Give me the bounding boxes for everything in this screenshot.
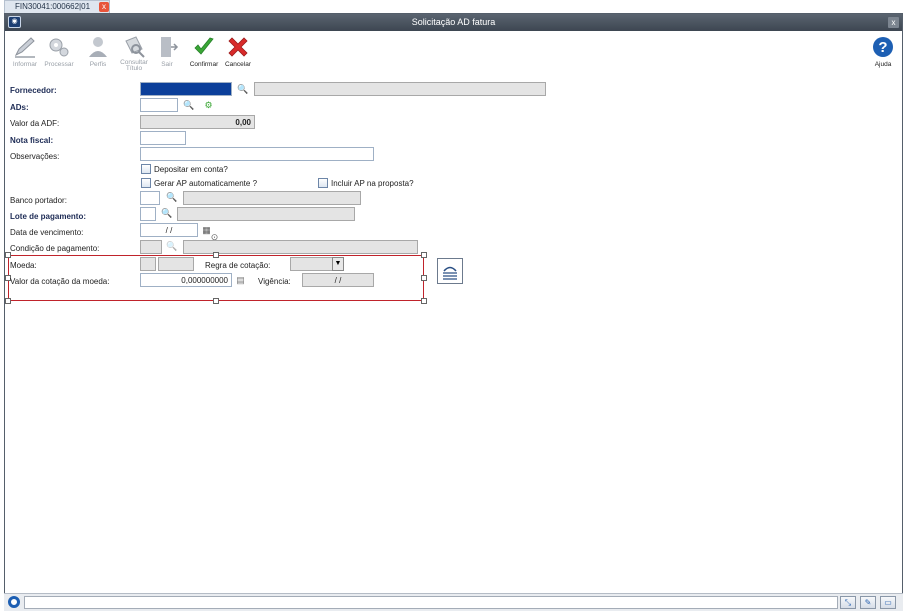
tab-label: FIN30041:000662|01: [15, 2, 91, 11]
confirmar-button[interactable]: Confirmar: [186, 33, 222, 79]
window-close-icon[interactable]: x: [888, 17, 899, 28]
incluir-ap-label: Incluir AP na proposta?: [331, 179, 414, 188]
resize-handle[interactable]: [5, 298, 11, 304]
window-title: Solicitação AD fatura: [411, 17, 496, 27]
valor-cotacao-input[interactable]: 0,000000000: [140, 273, 232, 287]
moeda-label: Moeda:: [10, 261, 37, 270]
gears-icon: [49, 38, 69, 57]
condicao-pagamento-input[interactable]: [140, 240, 162, 254]
edit-icon[interactable]: ✎: [860, 596, 876, 609]
dialog-window: ◉ Solicitação AD fatura x Informar Proce…: [4, 13, 903, 611]
pencil-icon: [14, 37, 35, 58]
depositar-label: Depositar em conta?: [154, 165, 228, 174]
cancelar-button[interactable]: Cancelar: [220, 33, 256, 79]
banco-portador-input[interactable]: [140, 191, 160, 205]
ads-input[interactable]: [140, 98, 178, 112]
search-icon[interactable]: 🔍: [237, 84, 248, 95]
moeda-code-input[interactable]: [140, 257, 156, 271]
resize-icon[interactable]: ⤡: [840, 596, 856, 609]
gerar-ap-label: Gerar AP automaticamente ?: [154, 179, 258, 188]
gerar-ap-checkbox[interactable]: [141, 178, 151, 188]
layout-widget-button[interactable]: [437, 258, 463, 284]
status-message-field: [24, 596, 838, 609]
lote-pagamento-name-field: [177, 207, 355, 221]
perfis-button[interactable]: Perfis: [80, 33, 116, 79]
valor-adf-label: Valor da ADF:: [10, 119, 60, 128]
moeda-name-field: [158, 257, 194, 271]
svg-text:?: ?: [878, 39, 887, 56]
resize-handle[interactable]: [213, 298, 219, 304]
checkmark-icon: [194, 37, 214, 55]
align-icon: [443, 266, 457, 280]
nota-fiscal-input[interactable]: [140, 131, 186, 145]
banco-portador-name-field: [183, 191, 361, 205]
valor-adf-field: 0,00: [140, 115, 255, 129]
processar-label: Processar: [44, 61, 74, 68]
observacoes-label: Observações:: [10, 152, 60, 161]
fornecedor-name-field: [254, 82, 546, 96]
ajuda-label: Ajuda: [874, 61, 892, 68]
observacoes-input[interactable]: [140, 147, 374, 161]
help-icon: ?: [873, 37, 893, 57]
banco-portador-label: Banco portador:: [10, 196, 67, 205]
vigencia-field: / /: [302, 273, 374, 287]
regra-cotacao-label: Regra de cotação:: [205, 261, 271, 270]
nota-fiscal-label: Nota fiscal:: [10, 136, 54, 145]
search-icon[interactable]: 🔍: [161, 208, 172, 219]
tab-close-icon[interactable]: x: [99, 2, 109, 12]
resize-handle[interactable]: [421, 252, 427, 258]
filter-icon[interactable]: ⚙: [203, 100, 214, 111]
search-icon[interactable]: 🔍: [166, 241, 177, 252]
lote-pagamento-label: Lote de pagamento:: [10, 212, 87, 221]
ads-label: ADs:: [10, 103, 29, 112]
data-vencimento-label: Data de vencimento:: [10, 228, 84, 237]
chat-icon[interactable]: ▭: [880, 596, 896, 609]
data-vencimento-input[interactable]: / /: [140, 223, 198, 237]
search-icon[interactable]: 🔍: [166, 192, 177, 203]
search-document-icon: [125, 36, 145, 58]
red-x-icon: [228, 37, 248, 57]
search-icon[interactable]: 🔍: [183, 100, 194, 111]
fornecedor-label: Fornecedor:: [10, 86, 57, 95]
fornecedor-code-input[interactable]: [140, 82, 232, 96]
condicao-pagamento-label: Condição de pagamento:: [10, 244, 100, 253]
lote-pagamento-input[interactable]: [140, 207, 156, 221]
title-bar: ◉ Solicitação AD fatura x: [5, 14, 902, 31]
resize-handle[interactable]: [421, 298, 427, 304]
tab-fin30041[interactable]: FIN30041:000662|01 x: [4, 0, 110, 13]
vigencia-label: Vigência:: [258, 277, 291, 286]
processar-button[interactable]: Processar: [41, 33, 77, 79]
cancelar-label: Cancelar: [224, 61, 251, 68]
status-indicator-icon: [8, 596, 20, 608]
toolbar: Informar Processar Perfis Consultar Títu…: [5, 31, 902, 83]
resize-handle[interactable]: [421, 275, 427, 281]
sair-button[interactable]: Sair: [149, 33, 185, 79]
calculator-icon[interactable]: ▤: [235, 275, 246, 286]
resize-handle[interactable]: [5, 252, 11, 258]
depositar-checkbox[interactable]: [141, 164, 151, 174]
informar-button[interactable]: Informar: [7, 33, 43, 79]
profile-icon: [89, 37, 107, 57]
tab-bar: FIN30041:000662|01 x: [0, 0, 905, 13]
ajuda-button[interactable]: ? Ajuda: [865, 33, 901, 79]
valor-cotacao-label: Valor da cotação da moeda:: [10, 277, 110, 286]
status-bar: ⤡ ✎ ▭: [4, 593, 903, 611]
dropdown-arrow-icon[interactable]: ▼: [332, 257, 344, 271]
incluir-ap-checkbox[interactable]: [318, 178, 328, 188]
regra-cotacao-select[interactable]: [290, 257, 334, 271]
resize-handle[interactable]: [213, 252, 219, 258]
exit-door-icon: [161, 37, 179, 57]
consultar-titulo-button[interactable]: Consultar Título: [116, 33, 152, 79]
